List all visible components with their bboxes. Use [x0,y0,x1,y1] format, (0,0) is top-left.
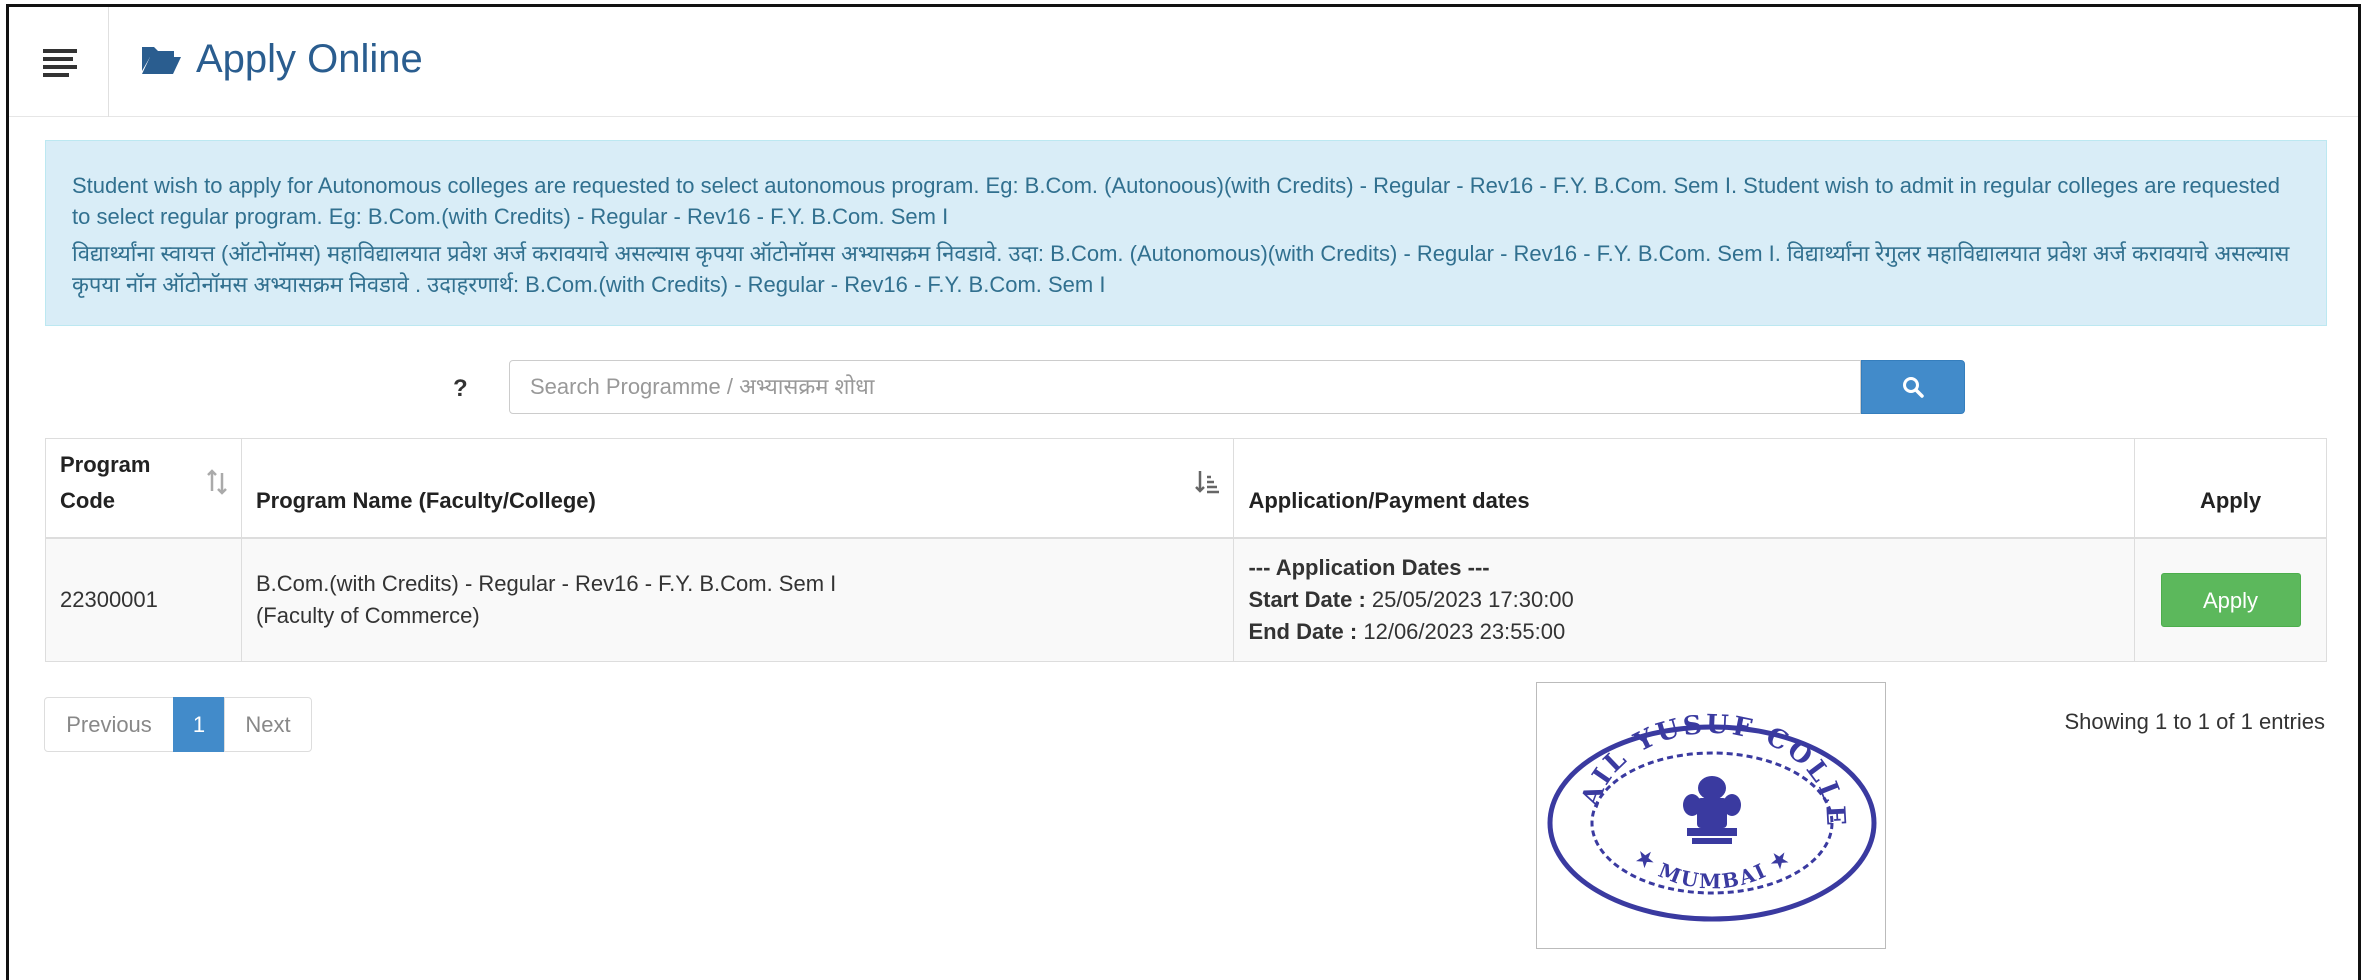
help-icon[interactable]: ? [453,375,468,403]
pagination: Previous 1 Next [44,697,312,752]
program-name: B.Com.(with Credits) - Regular - Rev16 -… [255,570,837,596]
search-input[interactable] [509,360,1861,414]
search-icon [1903,377,1924,398]
info-text-english: Student wish to apply for Autonomous col… [72,173,2281,229]
start-date-line: Start Date : 25/05/2023 17:30:00 [1248,584,2120,616]
pagination-page-1[interactable]: 1 [173,697,225,752]
column-header-program-code[interactable]: Program Code [45,438,242,539]
column-header-program-name[interactable]: Program Name (Faculty/College) [240,438,1235,539]
column-header-dates: Application/Payment dates [1233,438,2135,539]
application-dates-heading: --- Application Dates --- [1248,554,1490,580]
app-frame: Apply Online Student wish to apply for A… [6,4,2361,980]
column-header-apply: Apply [2134,438,2327,539]
page-title: Apply Online [196,36,423,81]
start-date-value: 25/05/2023 17:30:00 [1371,586,1574,612]
pagination-previous[interactable]: Previous [44,697,174,752]
table-row: 22300001 B.Com.(with Credits) - Regular … [45,537,2327,662]
hamburger-icon [43,49,77,53]
end-date-line: End Date : 12/06/2023 23:55:00 [1248,616,2120,648]
folder-open-icon [142,47,181,74]
cell-dates: --- Application Dates --- Start Date : 2… [1233,537,2135,662]
menu-toggle-button[interactable] [9,7,109,117]
college-seal-image: ISMAIL YUSUF COLLEGE ★ MUMBAI ★ [1521,660,1886,949]
column-header-label: Program Code [60,451,151,513]
cell-program-code: 22300001 [45,537,242,662]
start-date-label: Start Date : [1248,586,1366,612]
sort-ascending-icon [1195,471,1220,494]
info-alert: Student wish to apply for Autonomous col… [45,140,2327,326]
pagination-next[interactable]: Next [224,697,312,752]
sort-both-icon [207,469,227,495]
hamburger-line [43,65,77,69]
college-seal-stamp: ISMAIL YUSUF COLLEGE ★ MUMBAI ★ [1521,660,1877,922]
hamburger-line [43,57,73,61]
end-date-label: End Date : [1248,618,1358,644]
apply-button[interactable]: Apply [2160,572,2301,627]
program-faculty: (Faculty of Commerce) [255,602,480,628]
table-header-row: Program Code Program Name (Faculty/Colle… [45,438,2327,539]
svg-text:★ MUMBAI ★: ★ MUMBAI ★ [1631,843,1795,893]
column-header-label: Program Name (Faculty/College) [255,487,596,513]
cell-apply: Apply [2134,537,2327,662]
cell-program-name: B.Com.(with Credits) - Regular - Rev16 -… [240,537,1235,662]
hamburger-line [43,73,69,77]
page-title-wrap: Apply Online [140,31,423,87]
page-header: Apply Online [9,7,2358,117]
programs-table: Program Code Program Name (Faculty/Colle… [45,438,2327,662]
search-button[interactable] [1861,360,1965,414]
info-text-marathi: विद्यार्थ्यांना स्वायत्त (ऑटोनॉमस) महावि… [72,241,2290,297]
entries-summary: Showing 1 to 1 of 1 entries [2064,709,2326,734]
end-date-value: 12/06/2023 23:55:00 [1363,618,1566,644]
